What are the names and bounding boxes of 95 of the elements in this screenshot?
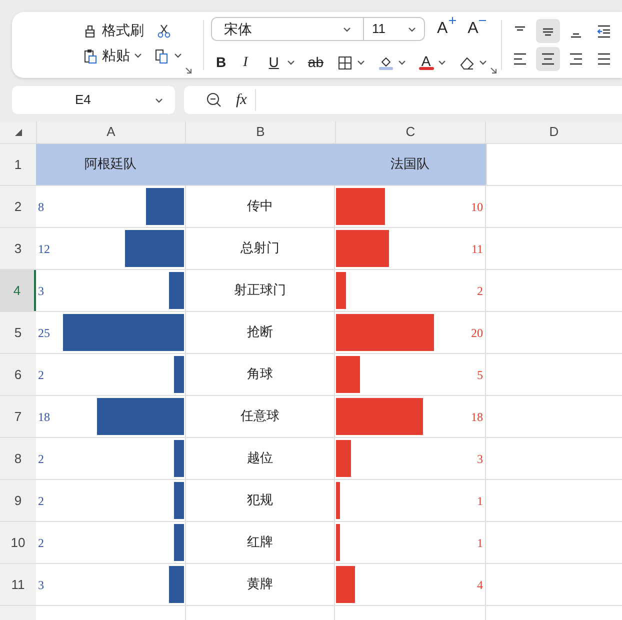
eraser-button[interactable] [458,54,486,70]
fill-color-button[interactable] [378,54,406,70]
row-header[interactable]: 9 [0,480,36,521]
caret-icon [343,26,351,32]
row-header[interactable]: 11 [0,564,36,605]
row-header[interactable]: 8 [0,438,36,479]
scissors-icon [156,22,172,38]
column-header[interactable]: C [335,121,485,143]
cell-value: 12 [37,240,50,258]
row-header[interactable]: 3 [0,228,36,269]
grid-icon [336,54,352,70]
eraser-icon [458,54,474,70]
caret-icon [438,60,446,65]
stat-label: 红牌 [247,534,273,552]
column-header[interactable]: B [185,121,335,143]
stat-label: 黄牌 [247,576,273,594]
cell-value: 3 [477,450,484,468]
stat-label: 角球 [247,366,273,384]
cell-value: 18 [471,408,484,426]
underline-button[interactable]: U [264,52,295,73]
caret-icon [398,60,406,65]
clipboard-icon [82,48,98,64]
column-header[interactable]: A [36,121,185,143]
row-header[interactable]: 10 [0,522,36,563]
caret-icon [478,60,486,65]
caret-icon [174,53,182,58]
cut-button[interactable] [156,22,172,38]
stat-label: 射正球门 [234,282,286,300]
team-name: 法国队 [390,156,430,174]
font-select[interactable]: 宋体 11 [211,17,425,41]
cell-value: 4 [477,576,484,594]
align-icon [514,26,526,30]
format-painter-button[interactable]: 格式刷 [82,20,144,41]
formula-bar[interactable]: fx [184,86,622,114]
cell-value: 2 [37,366,44,384]
align-button[interactable] [536,19,560,43]
caret-icon [286,60,295,65]
caret-icon [134,53,142,58]
cell-value: 10 [471,198,484,216]
dialog-launcher-icon[interactable] [490,67,497,74]
plus-icon [448,17,456,24]
row-header[interactable]: 2 [0,186,36,227]
cell-value: 18 [37,408,50,426]
row-header[interactable]: 6 [0,354,36,395]
select-all-icon[interactable] [14,128,22,136]
strikethrough-button[interactable]: ab [308,52,324,73]
cell-value: 1 [477,492,484,510]
caret-icon [408,26,416,32]
paste-button[interactable]: 粘贴 [82,45,142,66]
function-label[interactable]: fx [236,88,256,112]
cell-value: 2 [37,450,44,468]
dialog-launcher-icon[interactable] [185,67,192,74]
align-button[interactable] [536,47,560,71]
cell-value: 11 [471,240,484,258]
borders-button[interactable] [336,54,364,70]
cell-value: 2 [37,492,44,510]
font-color-button[interactable]: A [418,55,446,70]
align-icon [596,23,612,39]
name-box[interactable]: E4 [12,86,175,114]
column-header[interactable]: D [485,121,622,143]
cell-value: 2 [37,534,44,552]
align-icon [540,51,556,67]
zoom-out-icon [206,92,222,108]
caret-icon [356,60,364,65]
row-header[interactable]: 4 [0,270,36,311]
shrink-font-button[interactable]: A [468,17,486,41]
grow-font-button[interactable]: A [437,17,456,41]
cell-value: 3 [37,282,44,300]
bold-button[interactable]: B [216,52,226,73]
cell-value: 2 [477,282,484,300]
cell-value: 8 [37,198,44,216]
row-header[interactable]: 5 [0,312,36,353]
align-icon [570,32,582,38]
row-header[interactable]: 7 [0,396,36,437]
row-header[interactable]: 1 [0,144,36,185]
cell-value: 1 [477,534,484,552]
copy-button[interactable] [154,48,182,64]
copy-icon [154,48,170,64]
stat-label: 犯规 [247,492,273,510]
stat-label: 总射门 [240,240,280,258]
cell-value: 3 [37,576,44,594]
stat-label: 任意球 [240,408,280,426]
italic-button[interactable]: I [239,52,252,73]
cell-value: 20 [471,324,484,342]
team-name: 阿根廷队 [84,156,138,174]
align-icon [596,51,612,67]
cell-value: 5 [477,366,484,384]
stat-label: 越位 [247,450,273,468]
caret-icon [155,98,163,102]
minus-icon [479,19,486,22]
cell-value: 25 [37,324,50,342]
align-icon [512,51,528,67]
stat-label: 传中 [247,198,273,216]
stat-label: 抢断 [247,324,273,342]
align-icon [568,51,584,67]
